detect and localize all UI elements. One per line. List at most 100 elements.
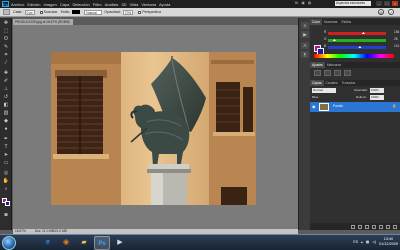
- red-slider[interactable]: R 156: [324, 30, 399, 35]
- character-panel-icon[interactable]: A: [301, 42, 309, 49]
- dodge-tool-icon[interactable]: ●: [2, 126, 10, 133]
- layer-style-icon[interactable]: [358, 224, 362, 229]
- quick-selection-tool-icon[interactable]: ✎: [2, 44, 10, 51]
- brightness-icon[interactable]: [314, 70, 321, 76]
- perspective-checkbox[interactable]: [138, 10, 142, 14]
- blur-tool-icon[interactable]: ◆: [2, 118, 10, 125]
- layer-row[interactable]: ◉ Fondo 🔒: [310, 102, 400, 112]
- zoom-tool-icon[interactable]: ⌕: [2, 186, 10, 193]
- blue-slider[interactable]: B 141: [324, 44, 399, 49]
- tab-paths[interactable]: Trazados: [340, 80, 358, 86]
- paragraph-panel-icon[interactable]: ¶: [301, 51, 309, 58]
- green-slider[interactable]: G 28: [324, 37, 398, 42]
- tab-swatches[interactable]: Muestras: [322, 19, 340, 25]
- menu-capa[interactable]: Capa: [60, 2, 70, 7]
- quick-mask-icon[interactable]: ◙: [2, 212, 10, 219]
- workspace-select[interactable]: Aspectos esenciales: [335, 1, 371, 6]
- bridge-icon[interactable]: Br: [295, 1, 299, 5]
- path-selection-tool-icon[interactable]: ➤: [2, 152, 10, 159]
- tab-adjustments[interactable]: Ajustes: [310, 62, 325, 68]
- brush-tool-icon[interactable]: ✐: [2, 78, 10, 85]
- pen-tool-icon[interactable]: ✒: [2, 136, 10, 143]
- move-tool-icon[interactable]: ✥: [2, 20, 10, 27]
- tab-styles[interactable]: Estilos: [339, 19, 353, 25]
- menu-vista[interactable]: Vista: [130, 2, 139, 7]
- explorer-folder-icon[interactable]: ▰: [76, 236, 92, 250]
- gradient-tool-icon[interactable]: ▥: [2, 110, 10, 117]
- menu-3d[interactable]: 3D: [121, 2, 126, 7]
- zoom-readout[interactable]: 16,67%: [15, 229, 26, 233]
- shape-tool-icon[interactable]: ▭: [2, 160, 10, 167]
- marquee-tool-icon[interactable]: ⬚: [2, 28, 10, 35]
- photoshop-taskbar-icon[interactable]: Ps: [94, 236, 110, 250]
- menu-seleccion[interactable]: Selección: [72, 2, 89, 7]
- zoom-level-icon[interactable]: ▤: [308, 1, 311, 5]
- green-value[interactable]: 28: [394, 37, 398, 41]
- commit-check-icon[interactable]: ✓: [388, 9, 394, 15]
- maximize-icon[interactable]: □: [384, 1, 390, 6]
- tab-layers[interactable]: Capas: [310, 80, 324, 86]
- menu-imagen[interactable]: Imagen: [43, 2, 56, 7]
- 3d-rotate-tool-icon[interactable]: ◎: [2, 170, 10, 177]
- link-layers-icon[interactable]: [351, 224, 355, 229]
- start-button[interactable]: [2, 236, 16, 250]
- fill-input[interactable]: 100%: [370, 95, 384, 100]
- firefox-icon[interactable]: ◉: [58, 236, 74, 250]
- tool-preset-icon[interactable]: [3, 9, 10, 15]
- style-select[interactable]: Normal: [84, 9, 103, 15]
- minibridge-icon[interactable]: ▣: [302, 1, 305, 5]
- antialias-checkbox[interactable]: [39, 10, 43, 14]
- blue-value[interactable]: 141: [394, 44, 399, 48]
- feather-input[interactable]: 0 px: [24, 9, 35, 15]
- close-icon[interactable]: ×: [392, 1, 398, 6]
- visibility-eye-icon[interactable]: ◉: [312, 104, 317, 109]
- style-swatch[interactable]: [72, 10, 81, 14]
- media-player-icon[interactable]: ▶: [112, 236, 128, 250]
- tab-masks[interactable]: Máscaras: [325, 62, 343, 68]
- layer-opacity-input[interactable]: 100%: [370, 88, 384, 93]
- history-brush-tool-icon[interactable]: ↺: [2, 94, 10, 101]
- delete-layer-icon[interactable]: [393, 224, 397, 229]
- document-tab[interactable]: PRODUCCIÓN.jpg al 16,67% (RGB/8): [13, 19, 73, 25]
- healing-brush-tool-icon[interactable]: ✚: [2, 70, 10, 77]
- commit-controls: ⊘ ✓: [378, 9, 394, 15]
- tray-expand-icon[interactable]: ▴: [361, 240, 363, 244]
- eraser-tool-icon[interactable]: ◧: [2, 102, 10, 109]
- image-canvas[interactable]: [51, 52, 256, 205]
- hand-tool-icon[interactable]: ✋: [2, 178, 10, 185]
- new-layer-icon[interactable]: [386, 224, 390, 229]
- menu-edicion[interactable]: Edición: [27, 2, 40, 7]
- language-indicator[interactable]: ES: [353, 240, 358, 244]
- exposure-icon[interactable]: [344, 70, 351, 76]
- tab-channels[interactable]: Canales: [324, 80, 340, 86]
- curves-icon[interactable]: [334, 70, 341, 76]
- minimize-icon[interactable]: –: [376, 1, 382, 6]
- type-tool-icon[interactable]: T: [2, 144, 10, 151]
- cancel-icon[interactable]: ⊘: [378, 9, 384, 15]
- color-spectrum-ramp[interactable]: [314, 54, 394, 58]
- add-mask-icon[interactable]: [365, 224, 369, 229]
- clone-stamp-tool-icon[interactable]: ⊥: [2, 86, 10, 93]
- background-color-swatch[interactable]: [5, 201, 10, 206]
- menu-ayuda[interactable]: Ayuda: [159, 2, 170, 7]
- menu-analisis[interactable]: Análisis: [105, 2, 119, 7]
- crop-tool-icon[interactable]: ⌗: [2, 52, 10, 59]
- new-group-icon[interactable]: [379, 224, 383, 229]
- internet-explorer-icon[interactable]: e: [40, 236, 56, 250]
- tab-color[interactable]: Color: [310, 19, 322, 25]
- lasso-tool-icon[interactable]: ʘ: [2, 36, 10, 43]
- menu-ventana[interactable]: Ventana: [141, 2, 156, 7]
- blend-mode-select[interactable]: Normal: [312, 88, 336, 93]
- menu-filtro[interactable]: Filtro: [93, 2, 102, 7]
- red-value[interactable]: 156: [394, 30, 399, 34]
- network-icon[interactable]: ▦: [366, 240, 369, 244]
- volume-icon[interactable]: ◁): [372, 240, 376, 244]
- eyedropper-tool-icon[interactable]: ⁄: [2, 60, 10, 67]
- clock[interactable]: 13:40 01/12/2009: [379, 237, 398, 247]
- opacity-input[interactable]: 70%: [122, 9, 134, 15]
- adjustment-layer-icon[interactable]: [372, 224, 376, 229]
- menu-archivo[interactable]: Archivo: [11, 2, 24, 7]
- levels-icon[interactable]: [324, 70, 331, 76]
- actions-panel-icon[interactable]: ▶: [301, 31, 309, 38]
- history-panel-icon[interactable]: ≡: [301, 22, 309, 29]
